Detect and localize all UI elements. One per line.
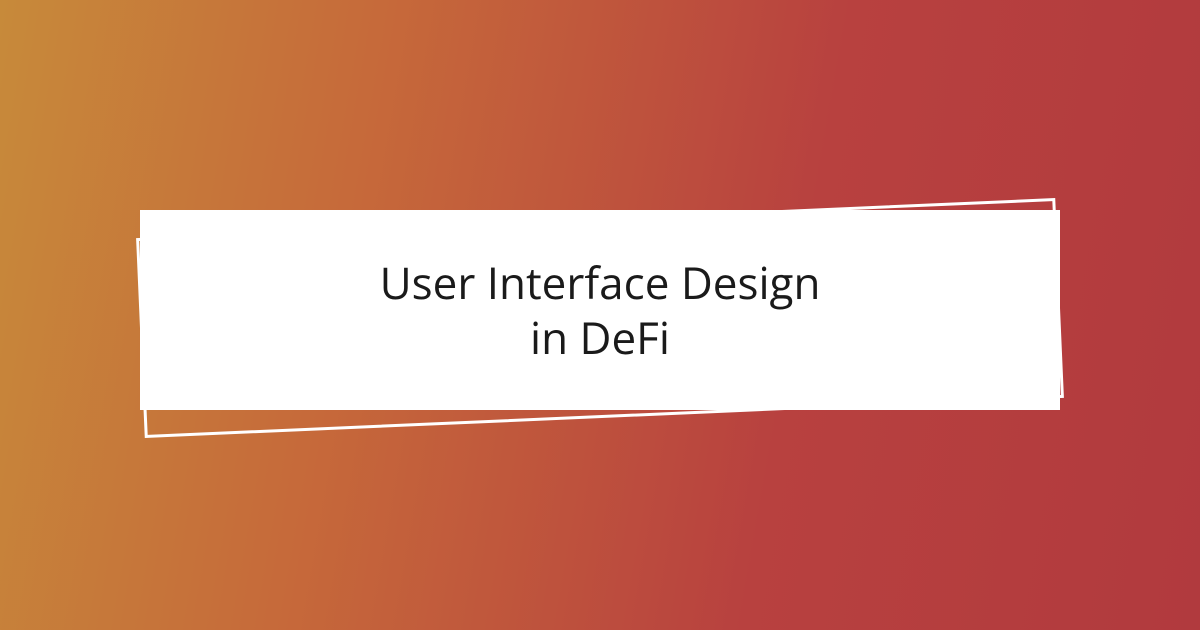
title-card: User Interface Design in DeFi bbox=[140, 210, 1060, 410]
page-title: User Interface Design in DeFi bbox=[380, 255, 821, 365]
title-card-container: User Interface Design in DeFi bbox=[140, 210, 1060, 420]
